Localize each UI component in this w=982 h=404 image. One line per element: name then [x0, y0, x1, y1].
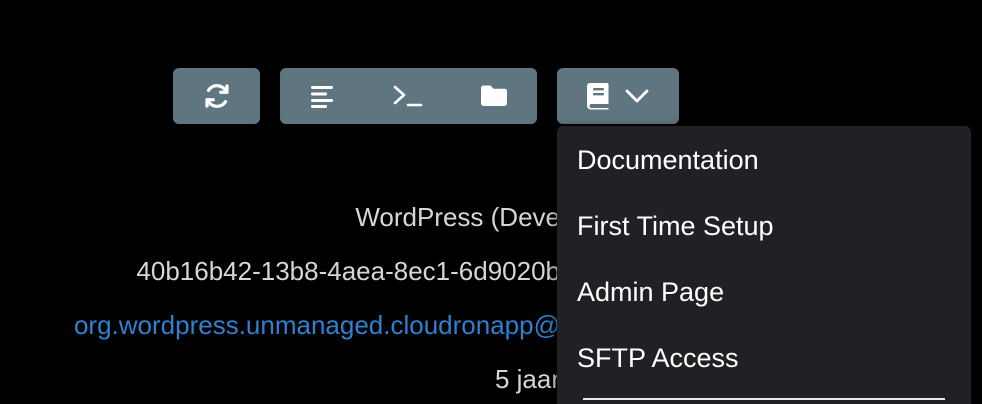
chevron-down-icon: [624, 88, 650, 104]
logs-button[interactable]: [280, 68, 366, 124]
folder-icon: [479, 84, 509, 108]
logs-icon: [310, 84, 336, 108]
book-icon: [586, 82, 610, 110]
menu-item-first-time-setup[interactable]: First Time Setup: [577, 209, 774, 243]
documentation-menu: Documentation First Time Setup Admin Pag…: [557, 126, 971, 404]
refresh-icon: [202, 81, 232, 111]
app-package-link[interactable]: org.wordpress.unmanaged.cloudronapp@: [0, 310, 560, 341]
app-page: WordPress (Deve 40b16b42-13b8-4aea-8ec1-…: [0, 0, 982, 404]
menu-item-documentation[interactable]: Documentation: [577, 143, 759, 177]
menu-divider: [583, 398, 945, 400]
terminal-button[interactable]: [366, 68, 452, 124]
refresh-button[interactable]: [173, 68, 260, 124]
menu-item-sftp-access[interactable]: SFTP Access: [577, 341, 739, 375]
app-id: 40b16b42-13b8-4aea-8ec1-6d9020b: [136, 256, 560, 286]
files-button[interactable]: [451, 68, 537, 124]
terminal-icon: [392, 84, 424, 108]
app-actions-group: [280, 68, 537, 124]
app-title: WordPress (Deve: [355, 202, 560, 232]
documentation-dropdown-button[interactable]: [557, 68, 679, 124]
menu-item-admin-page[interactable]: Admin Page: [577, 275, 724, 309]
app-age: 5 jaar: [494, 364, 560, 394]
